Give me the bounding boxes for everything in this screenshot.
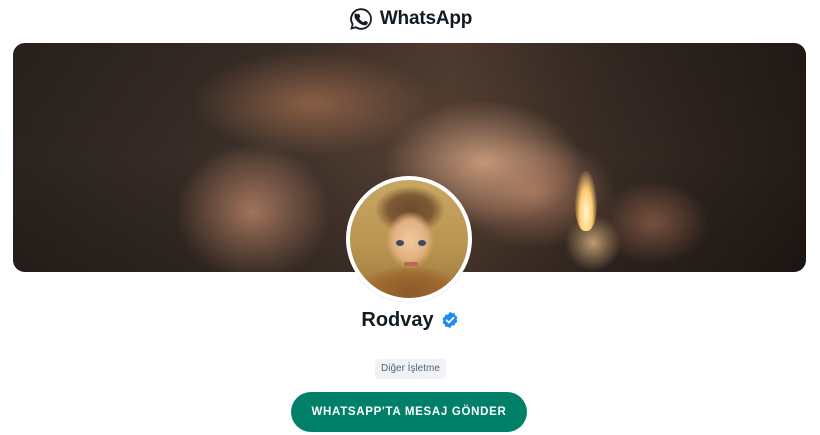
header: WhatsApp (0, 4, 820, 34)
avatar-eye-left (396, 240, 404, 246)
business-profile-page: WhatsApp Rodvay Diğer İşletme WHATSAPP'T… (0, 0, 820, 435)
avatar-eye-right (418, 240, 426, 246)
cover-photo-flame (575, 171, 597, 231)
profile-avatar (346, 176, 472, 302)
whatsapp-logo-text: WhatsApp (379, 8, 473, 29)
business-name: Rodvay (361, 308, 434, 331)
avatar-mouth (404, 262, 418, 266)
business-category-badge: Diğer İşletme (375, 359, 446, 379)
verified-badge-icon (441, 311, 459, 329)
send-message-button[interactable]: WHATSAPP'TA MESAJ GÖNDER (291, 392, 527, 432)
whatsapp-logo-icon (348, 6, 374, 32)
profile-name-row: Rodvay (0, 306, 820, 334)
